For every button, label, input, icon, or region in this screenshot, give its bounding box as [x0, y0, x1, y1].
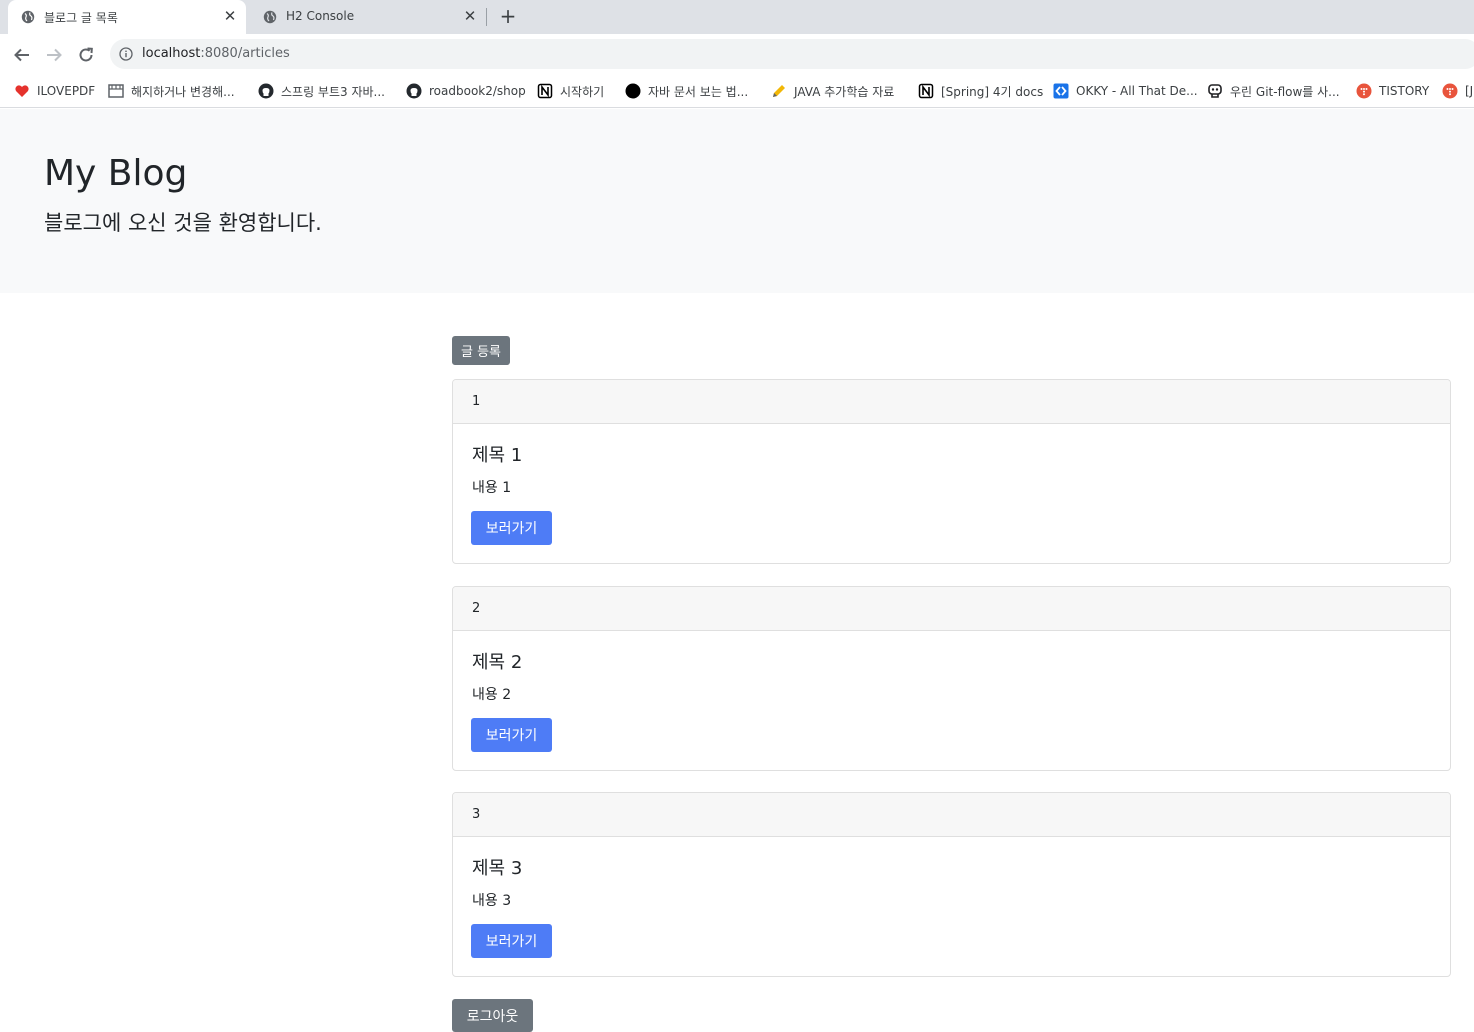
card-header: 2: [453, 587, 1450, 631]
bookmark-label: 시작하기: [560, 84, 605, 99]
article-card: 2 제목 2 내용 2 보러가기: [452, 586, 1451, 771]
article-content: 내용 3: [472, 893, 512, 909]
globe-icon: [263, 10, 277, 24]
close-tab-icon[interactable]: ✕: [222, 8, 238, 24]
browser-toolbar: localhost:8080/articles: [0, 34, 1474, 74]
article-id: 2: [472, 601, 481, 616]
view-article-button[interactable]: 보러가기: [471, 718, 552, 752]
bookmark-cancel-change[interactable]: 해지하거나 변경해...: [108, 81, 235, 101]
bookmark-label: JAVA 추가학습 자료: [794, 84, 895, 99]
bookmark-label: 우린 Git-flow를 사...: [1230, 84, 1340, 99]
notion-icon: [537, 83, 553, 99]
url-path: :8080/articles: [200, 46, 290, 61]
notion-icon: [918, 83, 934, 99]
bookmark-label: TISTORY: [1379, 84, 1430, 98]
bookmark-getting-started[interactable]: 시작하기: [537, 81, 604, 101]
bookmark-tistory[interactable]: TISTORY: [1356, 81, 1429, 101]
heart-icon: [14, 83, 30, 99]
tab-strip: 블로그 글 목록 ✕ H2 Console ✕ +: [0, 0, 1474, 34]
bookmark-label: [Spring] 4기 docs: [941, 84, 1044, 99]
article-title: 제목 3: [472, 858, 523, 879]
bookmark-git-flow[interactable]: 우린 Git-flow를 사...: [1207, 81, 1340, 101]
article-title: 제목 2: [472, 652, 523, 673]
page-subtitle: 블로그에 오신 것을 환영합니다.: [44, 211, 322, 235]
github-icon: [258, 83, 274, 99]
close-tab-icon[interactable]: ✕: [462, 8, 478, 24]
circle-icon: [625, 83, 641, 99]
bookmarks-bar: ILOVEPDF 해지하거나 변경해... 스프링 부트3 자바... road…: [0, 74, 1474, 108]
new-tab-button[interactable]: +: [497, 6, 519, 28]
tistory-icon: [1442, 83, 1458, 99]
reload-button[interactable]: [74, 43, 98, 67]
back-button[interactable]: [10, 43, 34, 67]
tab-title: H2 Console: [286, 9, 355, 23]
bookmark-label: 자바 문서 보는 법...: [648, 84, 749, 99]
bookmark-label: OKKY - All That De...: [1076, 84, 1198, 98]
reload-icon: [79, 47, 93, 62]
article-content: 내용 1: [472, 480, 512, 496]
article-title: 제목 1: [472, 445, 523, 466]
article-content: 내용 2: [472, 687, 512, 703]
article-id: 3: [472, 807, 481, 822]
info-icon[interactable]: [119, 47, 133, 61]
bookmark-truncated[interactable]: [J: [1442, 81, 1473, 101]
create-article-button[interactable]: 글 등록: [452, 336, 510, 365]
robot-icon: [1207, 83, 1223, 99]
article-card: 3 제목 3 내용 3 보러가기: [452, 792, 1451, 977]
tab-blog-list[interactable]: 블로그 글 목록 ✕: [8, 0, 246, 34]
okky-icon: [1053, 83, 1069, 99]
bookmark-ilovepdf[interactable]: ILOVEPDF: [14, 81, 95, 101]
github-icon: [406, 83, 422, 99]
bookmark-label: ILOVEPDF: [37, 84, 96, 98]
bookmark-spring-boot[interactable]: 스프링 부트3 자바...: [258, 81, 385, 101]
bookmark-label: 해지하거나 변경해...: [131, 84, 235, 99]
address-bar[interactable]: localhost:8080/articles: [110, 39, 1474, 69]
article-card: 1 제목 1 내용 1 보러가기: [452, 379, 1451, 564]
tab-divider: [486, 8, 487, 26]
film-icon: [108, 83, 124, 99]
bookmark-okky[interactable]: OKKY - All That De...: [1053, 81, 1198, 101]
bookmark-java-docs[interactable]: 자바 문서 보는 법...: [625, 81, 748, 101]
arrow-left-icon: [14, 48, 29, 62]
tab-h2-console[interactable]: H2 Console ✕: [250, 0, 486, 34]
pencil-icon: [771, 83, 787, 99]
tab-title: 블로그 글 목록: [44, 11, 118, 25]
url-host: localhost: [142, 46, 201, 61]
view-article-button[interactable]: 보러가기: [471, 511, 552, 545]
url-text[interactable]: localhost:8080/articles: [142, 46, 290, 61]
globe-icon: [21, 10, 35, 24]
bookmark-label: 스프링 부트3 자바...: [281, 84, 385, 99]
blog-header: My Blog 블로그에 오신 것을 환영합니다.: [0, 109, 1474, 293]
article-id: 1: [472, 394, 481, 409]
view-article-button[interactable]: 보러가기: [471, 924, 552, 958]
bookmark-roadbook[interactable]: roadbook2/shop: [406, 81, 526, 101]
tistory-icon: [1356, 83, 1372, 99]
logout-button[interactable]: 로그아웃: [452, 999, 533, 1032]
page-title: My Blog: [44, 153, 188, 194]
bookmark-label: [J: [1465, 84, 1474, 98]
bookmark-label: roadbook2/shop: [429, 84, 526, 98]
card-header: 3: [453, 793, 1450, 837]
arrow-right-icon: [47, 48, 62, 62]
bookmark-java-extra[interactable]: JAVA 추가학습 자료: [771, 81, 894, 101]
card-header: 1: [453, 380, 1450, 424]
bookmark-spring-docs[interactable]: [Spring] 4기 docs: [918, 81, 1043, 101]
forward-button[interactable]: [42, 43, 66, 67]
